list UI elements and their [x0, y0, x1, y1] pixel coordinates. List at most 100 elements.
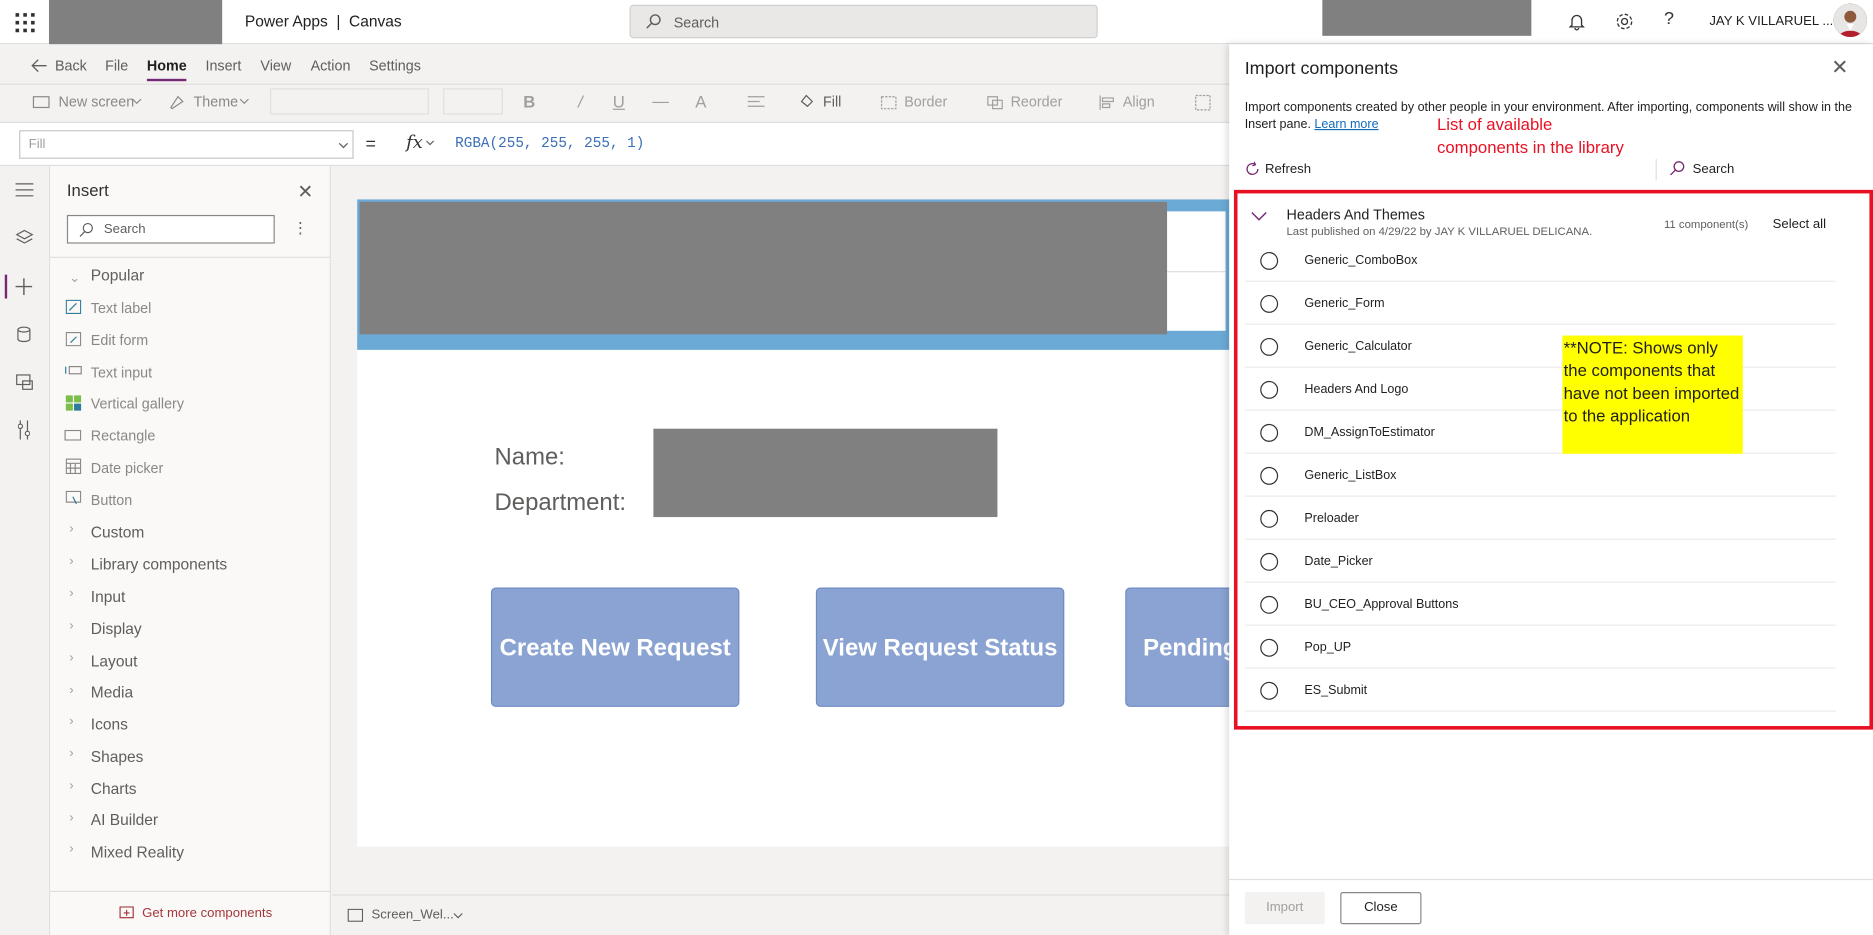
more-options-icon[interactable]: ⋮: [293, 219, 309, 238]
insert-item-edit-form[interactable]: Edit form: [91, 332, 148, 349]
insert-item-vertical-gallery[interactable]: Vertical gallery: [91, 395, 184, 412]
component-radio[interactable]: [1260, 423, 1279, 442]
chevron-right-icon: ›: [69, 586, 74, 601]
department-label[interactable]: Department:: [495, 490, 626, 517]
media-icon[interactable]: [16, 374, 34, 391]
menu-view[interactable]: View: [260, 57, 291, 74]
name-label[interactable]: Name:: [495, 444, 565, 471]
property-dropdown[interactable]: Fill: [19, 130, 354, 159]
insert-item-text-label[interactable]: Text label: [91, 300, 152, 317]
insert-item-button[interactable]: Button: [91, 492, 132, 509]
category-shapes[interactable]: Shapes: [91, 748, 144, 766]
category-input[interactable]: Input: [91, 588, 126, 606]
border-button[interactable]: Border: [904, 93, 947, 110]
chevron-right-icon: ›: [69, 683, 74, 698]
insert-item-rectangle[interactable]: Rectangle: [91, 427, 156, 444]
chevron-down-icon[interactable]: [1251, 211, 1268, 222]
align-icon: [1099, 95, 1114, 110]
insert-search-input[interactable]: Search: [66, 214, 275, 244]
component-radio[interactable]: [1260, 466, 1279, 485]
border-icon: [880, 96, 897, 110]
fx-button[interactable]: fx: [406, 131, 423, 152]
refresh-button[interactable]: Refresh: [1265, 162, 1311, 176]
divider: [1229, 878, 1873, 881]
search-icon: [646, 14, 661, 29]
align-button[interactable]: Align: [1123, 93, 1155, 110]
component-radio[interactable]: [1260, 380, 1279, 399]
component-radio[interactable]: [1260, 294, 1279, 313]
component-radio[interactable]: [1260, 595, 1279, 614]
font-color-button[interactable]: A: [695, 92, 706, 111]
settings-gear-icon[interactable]: [1614, 11, 1636, 32]
new-screen-button[interactable]: New screen: [59, 93, 135, 110]
app-launcher-icon[interactable]: [12, 10, 38, 36]
menu-home[interactable]: Home: [147, 57, 187, 74]
group-title: Headers And Themes: [1286, 206, 1425, 224]
import-button[interactable]: Import: [1244, 892, 1325, 925]
close-button[interactable]: Close: [1340, 892, 1422, 925]
text-align-icon[interactable]: [747, 96, 766, 110]
italic-button[interactable]: /: [578, 92, 583, 111]
strikethrough-button[interactable]: —: [652, 91, 669, 110]
get-more-components-link[interactable]: Get more components: [142, 906, 272, 920]
chevron-down-icon: [132, 98, 142, 105]
refresh-icon[interactable]: [1245, 161, 1261, 177]
global-search-input[interactable]: Search: [629, 4, 1098, 39]
menu-settings[interactable]: Settings: [369, 57, 421, 74]
font-size-dropdown[interactable]: [443, 88, 503, 115]
insert-item-date-picker[interactable]: Date picker: [91, 460, 164, 477]
component-radio[interactable]: [1260, 681, 1279, 700]
close-icon[interactable]: ✕: [1831, 56, 1848, 80]
back-button[interactable]: Back: [55, 57, 87, 74]
insert-item-text-input[interactable]: Text input: [91, 364, 152, 381]
back-arrow-icon[interactable]: [31, 59, 48, 73]
avatar[interactable]: [1833, 3, 1868, 38]
chevron-down-icon[interactable]: [453, 912, 464, 919]
menu-file[interactable]: File: [105, 57, 128, 74]
category-custom[interactable]: Custom: [91, 523, 145, 541]
create-new-request-button[interactable]: Create New Request: [490, 587, 740, 707]
category-ai-builder[interactable]: AI Builder: [91, 811, 158, 829]
close-icon[interactable]: ✕: [297, 180, 313, 204]
component-name: Preloader: [1304, 511, 1359, 526]
category-icons[interactable]: Icons: [91, 715, 128, 733]
category-charts[interactable]: Charts: [91, 780, 137, 798]
menu-insert[interactable]: Insert: [205, 57, 241, 74]
screen-selector[interactable]: Screen_Wel...: [371, 908, 453, 922]
category-popular[interactable]: Popular: [91, 266, 145, 284]
formula-input[interactable]: RGBA(255, 255, 255, 1): [455, 135, 644, 152]
component-radio[interactable]: [1260, 552, 1279, 571]
insert-plus-icon[interactable]: [15, 278, 33, 295]
category-display[interactable]: Display: [91, 620, 142, 638]
category-library-components[interactable]: Library components: [91, 555, 227, 573]
reorder-button[interactable]: Reorder: [1011, 93, 1063, 110]
component-name: BU_CEO_Approval Buttons: [1304, 597, 1459, 612]
fill-button[interactable]: Fill: [823, 93, 841, 110]
notifications-icon[interactable]: [1566, 11, 1588, 32]
view-request-status-button[interactable]: View Request Status: [815, 587, 1065, 707]
component-radio[interactable]: [1260, 337, 1279, 356]
advanced-tools-icon[interactable]: [17, 420, 30, 440]
font-family-dropdown[interactable]: [269, 88, 429, 115]
user-name[interactable]: JAY K VILLARUEL ...: [1709, 14, 1833, 28]
help-icon[interactable]: ?: [1664, 8, 1674, 28]
group-icon[interactable]: [1195, 94, 1212, 111]
component-radio[interactable]: [1260, 251, 1279, 270]
hamburger-icon[interactable]: [15, 183, 34, 197]
theme-button[interactable]: Theme: [194, 93, 239, 110]
bold-button[interactable]: B: [523, 92, 535, 111]
category-mixed-reality[interactable]: Mixed Reality: [91, 843, 184, 861]
learn-more-link[interactable]: Learn more: [1314, 117, 1378, 131]
tree-view-icon[interactable]: [15, 229, 34, 246]
select-all-button[interactable]: Select all: [1773, 217, 1826, 231]
chevron-right-icon: ›: [69, 521, 74, 537]
category-layout[interactable]: Layout: [91, 652, 138, 670]
panel-search-input[interactable]: Search: [1693, 162, 1735, 176]
component-name: Generic_ListBox: [1304, 468, 1397, 483]
category-media[interactable]: Media: [91, 683, 133, 701]
data-icon[interactable]: [17, 326, 31, 343]
menu-action[interactable]: Action: [311, 57, 351, 74]
component-radio[interactable]: [1260, 638, 1279, 657]
underline-button[interactable]: U: [613, 92, 625, 111]
component-radio[interactable]: [1260, 509, 1279, 528]
